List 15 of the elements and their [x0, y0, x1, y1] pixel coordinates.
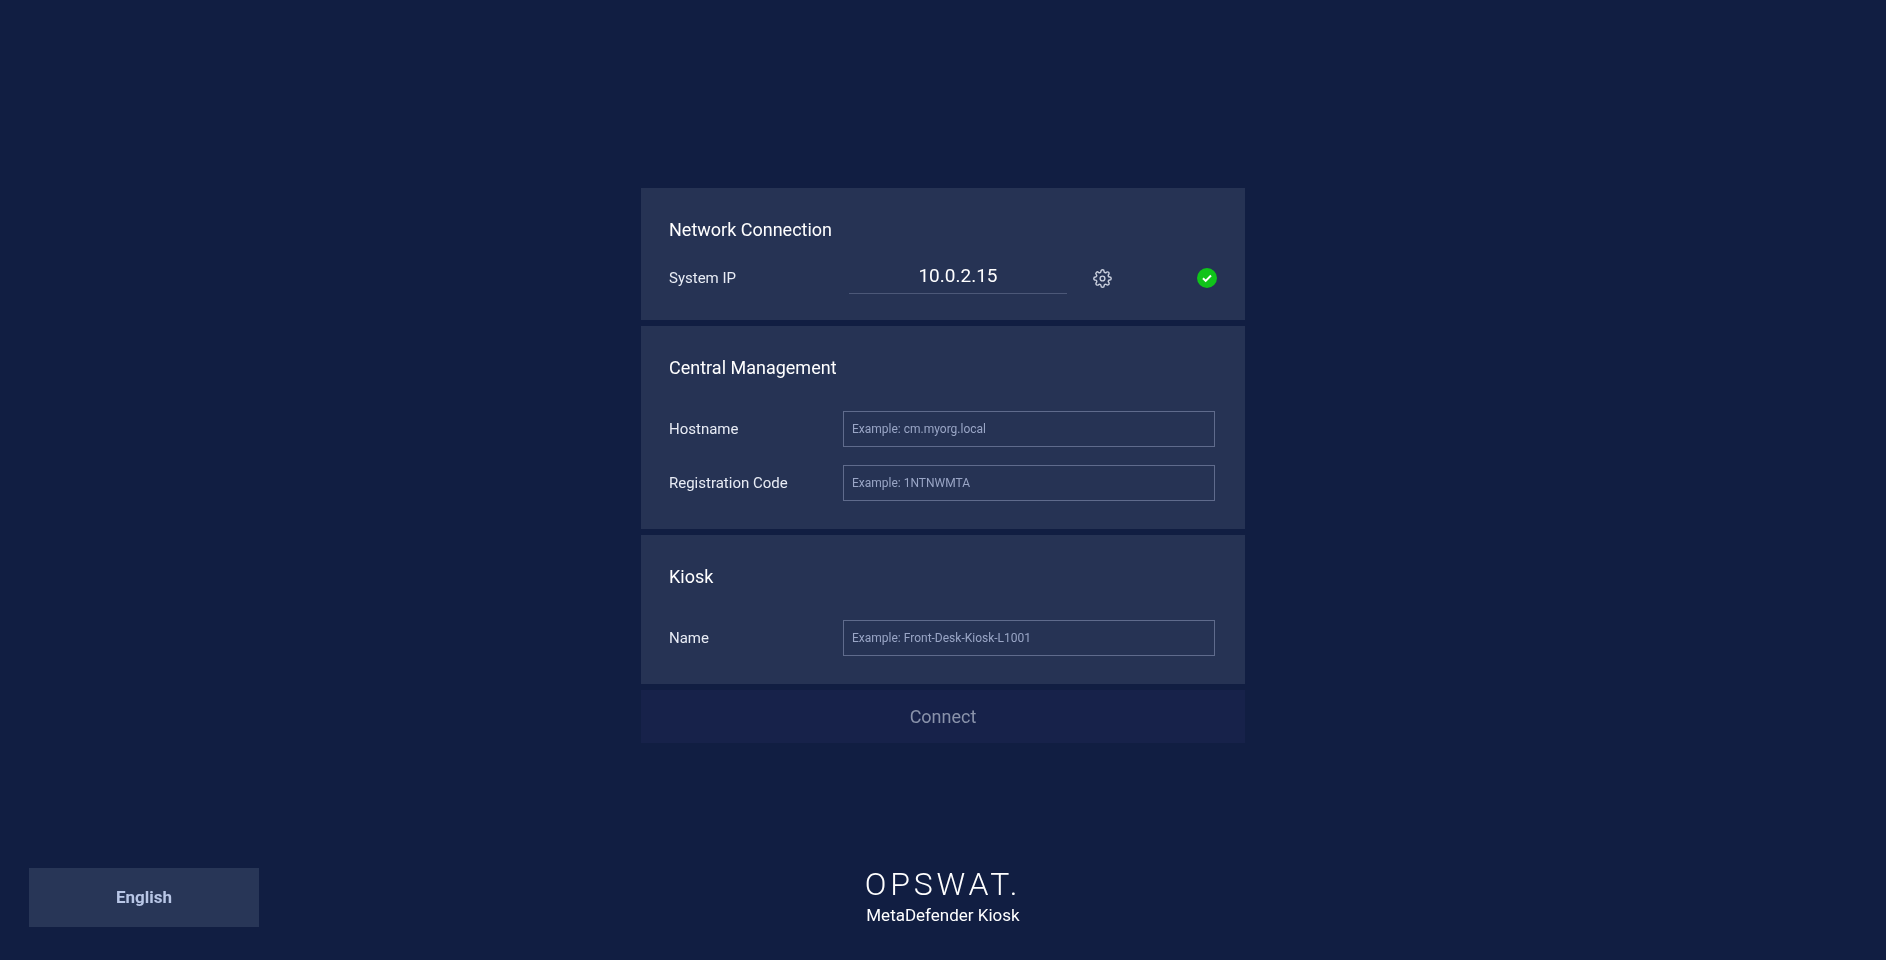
section-title: Network Connection — [669, 218, 834, 242]
ip-address-value: 10.0.2.15 — [849, 262, 1067, 294]
section-title: Central Management — [669, 356, 838, 380]
text-input-field[interactable]: Example: Front-Desk-Kiosk-L1001 — [843, 620, 1215, 656]
field-label: Registration Code — [669, 472, 789, 494]
text-input-field[interactable]: Example: 1NTNWMTA — [843, 465, 1215, 501]
text-input-field[interactable]: Example: cm.myorg.local — [843, 411, 1215, 447]
field-label: Name — [669, 627, 710, 649]
settings-icon[interactable] — [1093, 268, 1112, 288]
language-button[interactable]: English — [29, 867, 259, 927]
field-label: System IP — [669, 267, 738, 289]
section-title: Kiosk — [669, 565, 715, 589]
brand-logo: OPSWAT. — [864, 866, 1022, 901]
field-label: Hostname — [669, 418, 740, 440]
product-name: MetaDefender Kiosk — [866, 903, 1020, 927]
